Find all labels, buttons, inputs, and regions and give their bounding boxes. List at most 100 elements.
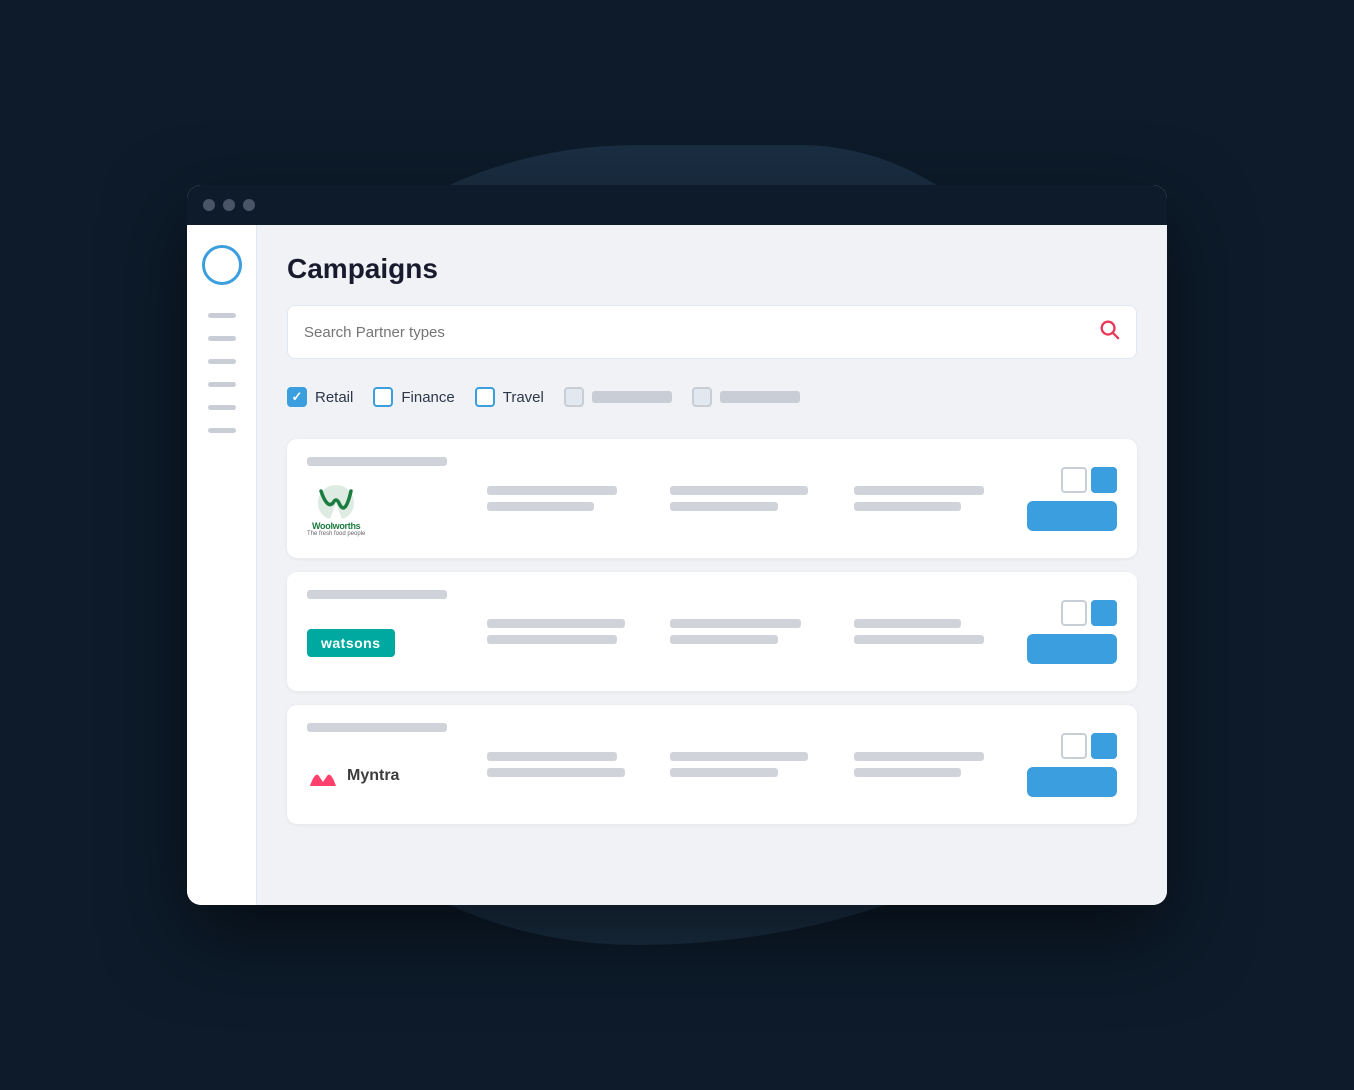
card-title-placeholder-woolworths: [307, 457, 447, 466]
card-line: [854, 635, 984, 644]
sidebar-nav-item-3[interactable]: [208, 359, 236, 364]
card-actions-woolworths: [1027, 467, 1117, 531]
card-meta-myntra: [487, 752, 1007, 777]
sidebar-nav-item-1[interactable]: [208, 313, 236, 318]
card-line: [670, 752, 808, 761]
woolworths-logo: Woolworths The fresh food people: [307, 483, 365, 537]
card-col-3-watsons: [854, 619, 1007, 644]
checkbox-placeholder-1[interactable]: [564, 387, 584, 407]
card-col-2-woolworths: [670, 486, 823, 511]
checkmark-retail: ✓: [292, 389, 303, 405]
filter-placeholder-1[interactable]: [564, 387, 672, 407]
card-line: [487, 768, 625, 777]
main-content: Campaigns ✓ Retail: [257, 225, 1167, 905]
toggle-off-watsons[interactable]: [1061, 600, 1087, 626]
traffic-dot-3: [243, 199, 255, 211]
card-col-3-myntra: [854, 752, 1007, 777]
card-actions-myntra: [1027, 733, 1117, 797]
card-line: [487, 486, 617, 495]
filter-label-travel: Travel: [503, 389, 544, 406]
toggle-group-myntra: [1061, 733, 1117, 759]
checkbox-finance[interactable]: [373, 387, 393, 407]
card-line: [854, 486, 984, 495]
filter-finance[interactable]: Finance: [373, 387, 454, 407]
filter-label-retail: Retail: [315, 389, 353, 406]
card-meta-watsons: [487, 619, 1007, 644]
woolworths-tagline: The fresh food people: [307, 531, 365, 537]
card-actions-watsons: [1027, 600, 1117, 664]
sidebar-nav-item-6[interactable]: [208, 428, 236, 433]
myntra-logo: Myntra: [307, 760, 399, 792]
card-col-1-myntra: [487, 752, 640, 777]
myntra-symbol: [307, 760, 339, 792]
toggle-group-watsons: [1061, 600, 1117, 626]
sidebar-nav-item-4[interactable]: [208, 382, 236, 387]
campaign-card-watsons: watsons: [287, 572, 1137, 691]
myntra-brand-text: Myntra: [347, 767, 399, 785]
sidebar-logo[interactable]: [202, 245, 242, 285]
filter-placeholder-2[interactable]: [692, 387, 800, 407]
card-line: [670, 768, 777, 777]
toggle-group-woolworths: [1061, 467, 1117, 493]
search-icon[interactable]: [1098, 318, 1120, 346]
card-line: [670, 619, 800, 628]
card-line: [487, 502, 594, 511]
sidebar-nav-item-5[interactable]: [208, 405, 236, 410]
toggle-off-woolworths[interactable]: [1061, 467, 1087, 493]
card-col-1-watsons: [487, 619, 640, 644]
filter-retail[interactable]: ✓ Retail: [287, 387, 353, 407]
card-col-3-woolworths: [854, 486, 1007, 511]
filter-placeholder-text-1: [592, 391, 672, 403]
campaign-card-woolworths: Woolworths The fresh food people: [287, 439, 1137, 558]
search-input[interactable]: [304, 324, 1098, 341]
woolworths-brand-text: Woolworths: [312, 521, 360, 531]
card-col-1-woolworths: [487, 486, 640, 511]
browser-body: Campaigns ✓ Retail: [187, 225, 1167, 905]
card-line: [670, 635, 777, 644]
card-line: [854, 768, 961, 777]
card-line: [854, 752, 984, 761]
logo-container-myntra: Myntra: [307, 746, 467, 806]
traffic-dot-2: [223, 199, 235, 211]
woolworths-symbol: [313, 483, 359, 521]
card-line: [670, 486, 808, 495]
filter-placeholder-text-2: [720, 391, 800, 403]
toggle-off-myntra[interactable]: [1061, 733, 1087, 759]
logo-container-woolworths: Woolworths The fresh food people: [307, 480, 467, 540]
card-line: [487, 752, 617, 761]
search-bar: [287, 305, 1137, 359]
card-line: [487, 635, 617, 644]
toggle-on-myntra[interactable]: [1091, 733, 1117, 759]
card-line: [854, 619, 961, 628]
logo-container-watsons: watsons: [307, 613, 467, 673]
browser-window: Campaigns ✓ Retail: [187, 185, 1167, 905]
card-title-placeholder-watsons: [307, 590, 447, 599]
card-left-watsons: watsons: [307, 590, 467, 673]
page-title: Campaigns: [287, 253, 1137, 285]
toggle-on-watsons[interactable]: [1091, 600, 1117, 626]
card-meta-woolworths: [487, 486, 1007, 511]
filter-travel[interactable]: Travel: [475, 387, 544, 407]
sidebar: [187, 225, 257, 905]
action-button-woolworths[interactable]: [1027, 501, 1117, 531]
checkbox-travel[interactable]: [475, 387, 495, 407]
card-line: [487, 619, 625, 628]
card-left-woolworths: Woolworths The fresh food people: [307, 457, 467, 540]
card-col-2-watsons: [670, 619, 823, 644]
checkbox-retail[interactable]: ✓: [287, 387, 307, 407]
watsons-logo: watsons: [307, 629, 395, 657]
action-button-watsons[interactable]: [1027, 634, 1117, 664]
card-line: [670, 502, 777, 511]
card-col-2-myntra: [670, 752, 823, 777]
browser-titlebar: [187, 185, 1167, 225]
checkbox-placeholder-2[interactable]: [692, 387, 712, 407]
toggle-on-woolworths[interactable]: [1091, 467, 1117, 493]
filter-row: ✓ Retail Finance Travel: [287, 375, 1137, 419]
sidebar-nav-item-2[interactable]: [208, 336, 236, 341]
traffic-dot-1: [203, 199, 215, 211]
filter-label-finance: Finance: [401, 389, 454, 406]
card-left-myntra: Myntra: [307, 723, 467, 806]
action-button-myntra[interactable]: [1027, 767, 1117, 797]
campaign-card-myntra: Myntra: [287, 705, 1137, 824]
card-line: [854, 502, 961, 511]
